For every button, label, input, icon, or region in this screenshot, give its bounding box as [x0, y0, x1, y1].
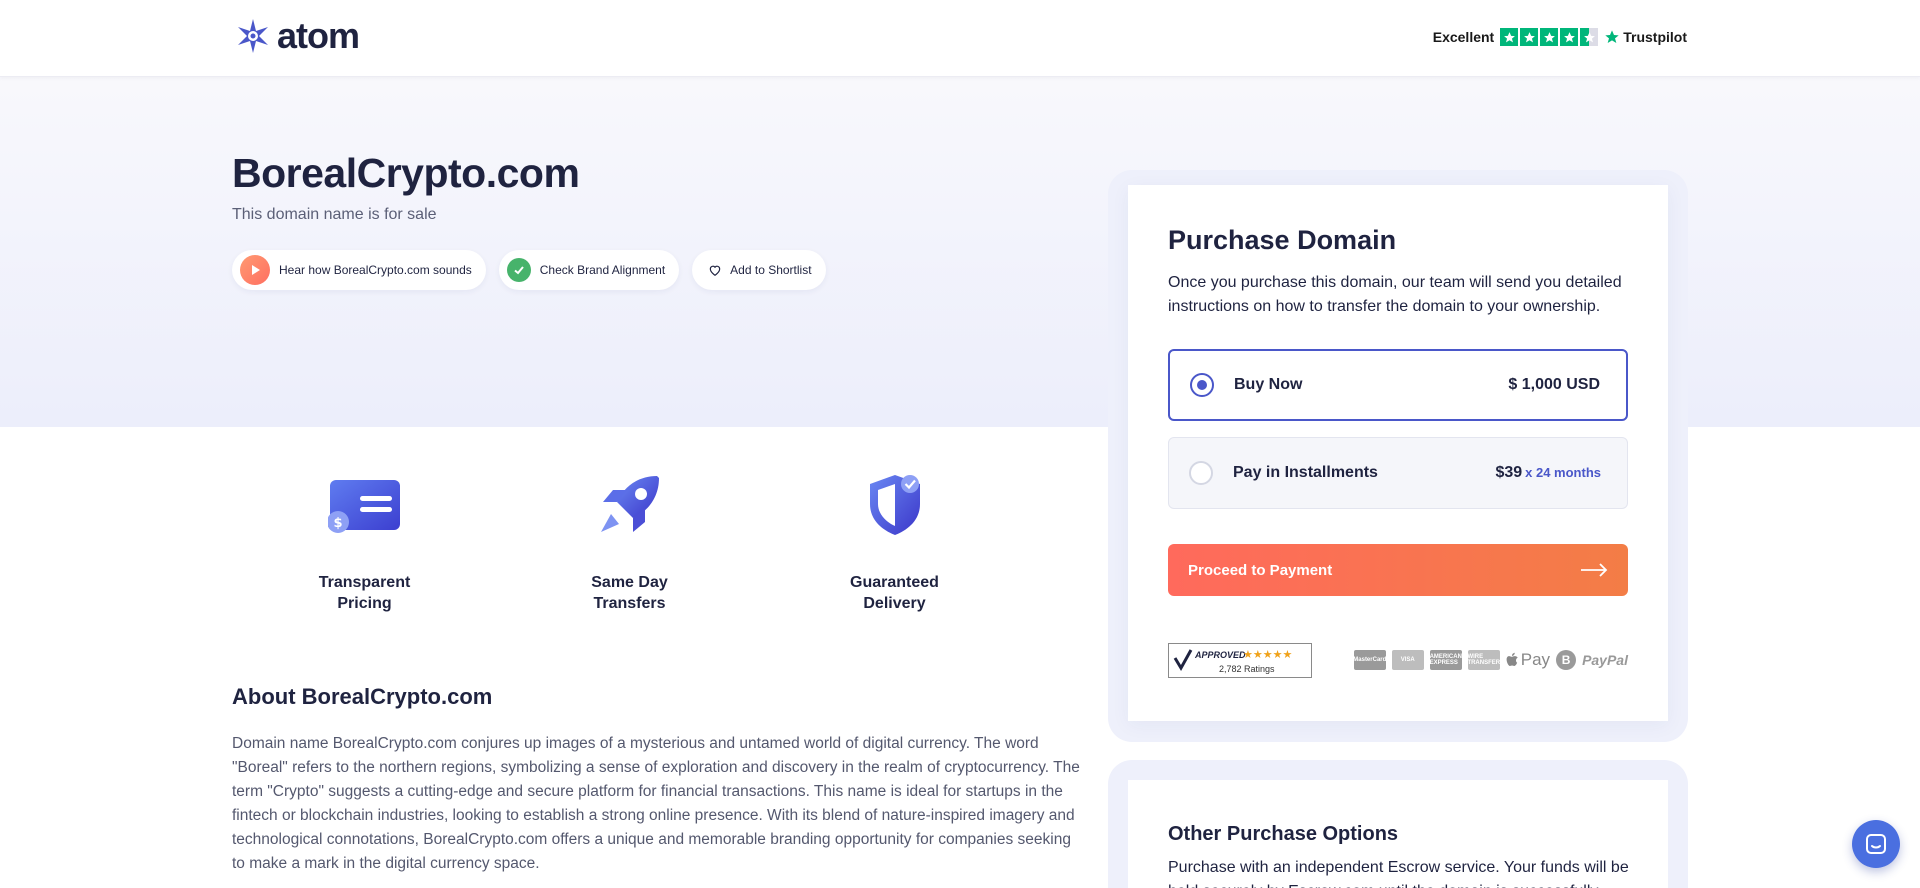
wire-transfer-icon: WIRE TRANSFER [1467, 650, 1500, 670]
installments-radio[interactable] [1189, 461, 1213, 485]
feature-label: Guaranteed Delivery [850, 574, 939, 612]
domain-title: BorealCrypto.com [232, 150, 580, 196]
purchase-description: Once you purchase this domain, our team … [1168, 274, 1622, 315]
half-star-icon [1580, 28, 1599, 46]
features-row: $ Transparent Pricing Same Day Transfers [232, 470, 1027, 614]
paypal-icon: PayPal [1582, 652, 1628, 668]
feature-same-day-transfers: Same Day Transfers [497, 470, 762, 614]
installments-price: $39 x 24 months [1495, 464, 1601, 482]
approved-stars-icon: ★★★★★ [1243, 648, 1293, 661]
atom-star-icon [238, 19, 268, 53]
mastercard-icon: MasterCard [1353, 650, 1386, 670]
approved-ratings-badge: APPROVED ★★★★★ 2,782 Ratings [1168, 642, 1312, 678]
atom-logo[interactable]: atom [235, 15, 360, 56]
check-brand-alignment-button[interactable]: Check Brand Alignment [498, 250, 680, 290]
proceed-label: Proceed to Payment [1188, 561, 1333, 579]
apple-pay-icon: Pay [1506, 650, 1550, 670]
amex-icon: AMERICAN EXPRESS [1430, 650, 1462, 670]
installments-option[interactable]: Pay in Installments $39 x 24 months [1168, 437, 1628, 509]
approved-ratings-count: 2,782 Ratings [1219, 663, 1275, 674]
star-icon [1500, 28, 1519, 46]
feature-transparent-pricing: $ Transparent Pricing [232, 470, 497, 614]
buy-now-label: Buy Now [1234, 376, 1303, 393]
trustpilot-brand-label: Trustpilot [1623, 29, 1687, 45]
add-to-shortlist-label: Add to Shortlist [730, 263, 812, 277]
star-icon [1540, 28, 1559, 46]
trustpilot-rating-word: Excellent [1432, 29, 1495, 45]
check-icon [506, 258, 531, 282]
apple-icon [1506, 652, 1518, 666]
visa-icon: VISA [1391, 650, 1424, 670]
trustpilot-stars [1500, 28, 1599, 46]
feature-label: Same Day Transfers [591, 574, 668, 612]
trustpilot-star-icon [1605, 30, 1619, 43]
about-description: Domain name BorealCrypto.com conjures up… [232, 735, 1080, 872]
payment-trust-row: APPROVED ★★★★★ 2,782 Ratings MasterCard … [1168, 642, 1628, 678]
approved-word: APPROVED [1195, 649, 1246, 660]
feature-guaranteed-delivery: Guaranteed Delivery [762, 470, 1027, 614]
installments-label: Pay in Installments [1233, 464, 1378, 481]
chat-icon [1866, 834, 1886, 854]
other-options-text: Purchase with an independent Escrow serv… [1168, 859, 1629, 888]
star-icon [1520, 28, 1539, 46]
check-brand-alignment-label: Check Brand Alignment [539, 263, 666, 277]
purchase-panel: Purchase Domain Once you purchase this d… [1128, 185, 1668, 721]
feature-label: Transparent Pricing [318, 574, 411, 612]
radio-selected-dot [1197, 380, 1207, 390]
purchase-title: Purchase Domain [1168, 225, 1397, 255]
hear-sound-label: Hear how BorealCrypto.com sounds [279, 263, 472, 277]
about-title: About BorealCrypto.com [232, 684, 493, 709]
star-icon [1560, 28, 1579, 46]
arrow-right-icon [1581, 563, 1608, 577]
rocket-icon [590, 470, 670, 540]
buy-now-option[interactable]: Buy Now $ 1,000 USD [1168, 349, 1628, 421]
play-icon [240, 255, 270, 285]
trustpilot-widget[interactable]: Excellent Trustpilot [1433, 28, 1687, 46]
chat-launcher-button[interactable] [1852, 820, 1900, 868]
installments-term: x 24 months [1525, 465, 1601, 480]
trustpilot-brand: Trustpilot [1604, 29, 1687, 45]
svg-text:$: $ [333, 516, 342, 531]
brand-name: atom [277, 15, 360, 56]
proceed-to-payment-button[interactable]: Proceed to Payment [1168, 544, 1628, 596]
shield-check-icon [855, 470, 935, 540]
installments-amount: $39 [1495, 464, 1523, 481]
payment-methods: MasterCard VISA AMERICAN EXPRESS WIRE TR… [1353, 650, 1628, 670]
other-options-title: Other Purchase Options [1168, 823, 1399, 845]
buy-now-radio[interactable] [1190, 373, 1214, 397]
approved-check-icon [1173, 648, 1193, 671]
buy-now-price: $ 1,000 USD [1508, 376, 1600, 393]
hear-sound-button[interactable]: Hear how BorealCrypto.com sounds [232, 250, 486, 290]
hero-actions: Hear how BorealCrypto.com sounds Check B… [232, 250, 826, 290]
other-options-panel: Other Purchase Options Purchase with an … [1128, 780, 1668, 888]
domain-subtitle: This domain name is for sale [232, 206, 437, 223]
bitcoin-icon: B [1556, 650, 1577, 670]
heart-icon [709, 265, 721, 276]
add-to-shortlist-button[interactable]: Add to Shortlist [692, 250, 826, 290]
pricing-card-icon: $ [325, 470, 405, 540]
site-header: atom Excellent Trustpilot [0, 0, 1920, 77]
apple-pay-label: Pay [1520, 650, 1551, 669]
